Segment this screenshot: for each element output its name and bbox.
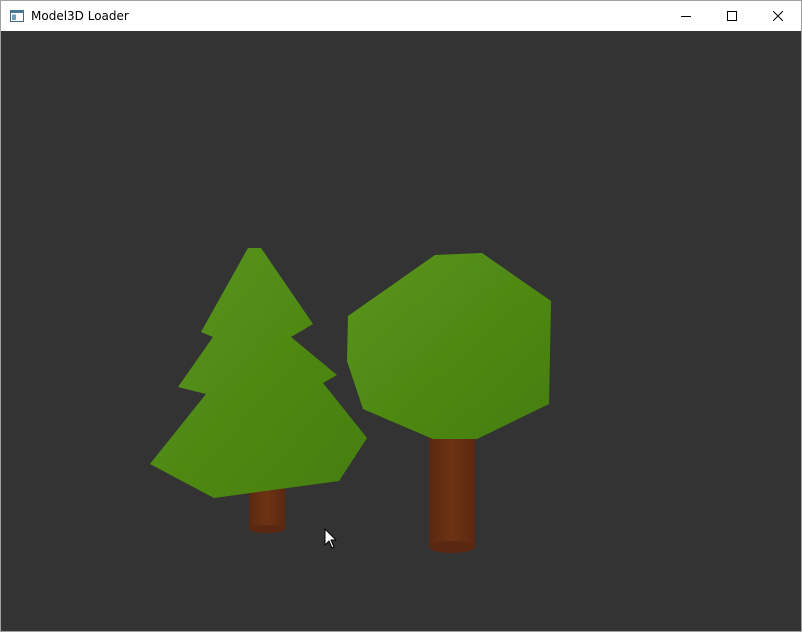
maximize-icon	[727, 11, 737, 21]
title-bar[interactable]: Model3D Loader	[1, 1, 801, 31]
close-button[interactable]	[755, 1, 801, 31]
round-tree	[347, 253, 551, 553]
app-window-icon	[9, 8, 25, 24]
minimize-icon	[681, 16, 691, 17]
pine-tree-foliage	[150, 248, 367, 498]
pine-tree	[150, 248, 367, 533]
mouse-pointer-icon	[324, 528, 337, 549]
minimize-button[interactable]	[663, 1, 709, 31]
round-tree-foliage	[347, 253, 551, 439]
round-tree-trunk	[429, 429, 475, 553]
close-icon	[773, 11, 783, 21]
3d-viewport[interactable]	[1, 31, 801, 631]
app-window: Model3D Loader	[0, 0, 802, 632]
maximize-button[interactable]	[709, 1, 755, 31]
window-title: Model3D Loader	[31, 9, 129, 23]
